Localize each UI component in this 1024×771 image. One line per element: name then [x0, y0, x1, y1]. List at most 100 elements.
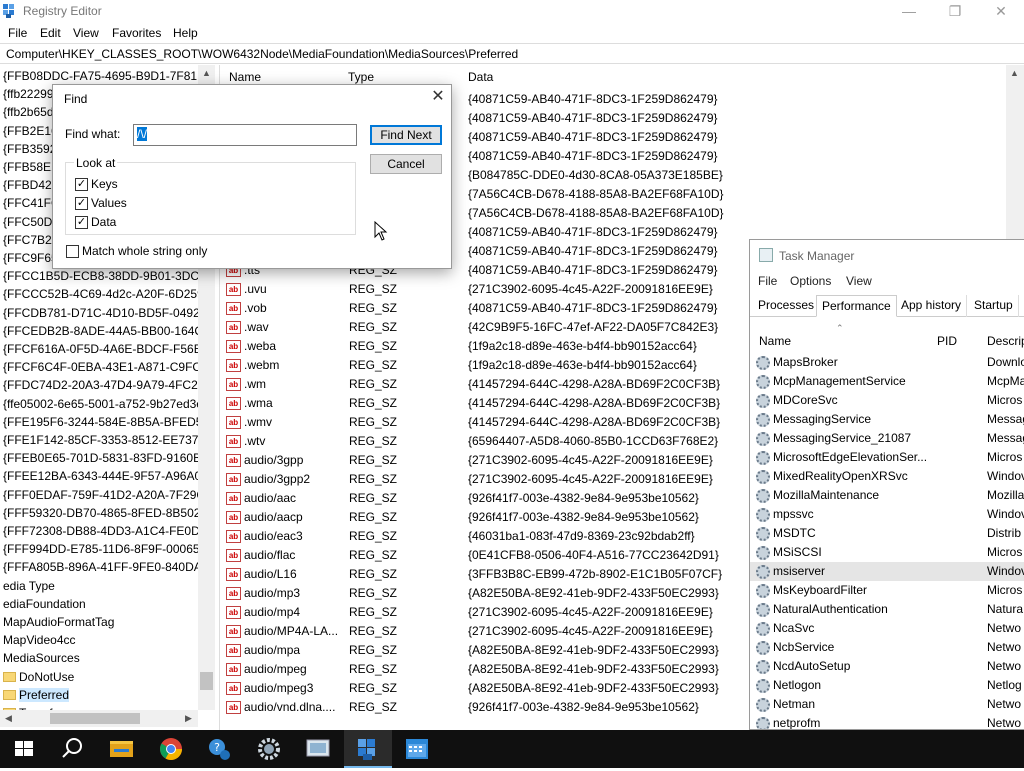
data-checkbox[interactable]: ✓: [75, 216, 88, 229]
service-row[interactable]: MessagingService Messag: [750, 410, 1024, 429]
service-row[interactable]: Netman Netwo: [750, 695, 1024, 714]
tree-scroll-thumb[interactable]: [200, 672, 213, 690]
file-explorer-icon[interactable]: [98, 730, 146, 768]
tm-menu-options[interactable]: Options: [790, 274, 831, 288]
tree-item[interactable]: {FFF59320-DB70-4865-8FED-8B502D6: [3, 504, 215, 522]
tree-item[interactable]: {FFEB0E65-701D-5831-83FD-9160B6E: [3, 449, 215, 467]
service-row[interactable]: MsKeyboardFilter Micros: [750, 581, 1024, 600]
tree-item[interactable]: Preferred: [3, 686, 70, 704]
menu-favorites[interactable]: Favorites: [112, 26, 161, 40]
tree-item[interactable]: {FFC50D7: [3, 213, 59, 231]
tree-item[interactable]: {ffe05002-6e65-5001-a752-9b27ed3e: [3, 395, 203, 413]
tree-item[interactable]: {FFF0EDAF-759F-41D2-A20A-7F29CE: [3, 486, 213, 504]
tree-item[interactable]: DoNotUse: [3, 668, 74, 686]
service-row[interactable]: NcbService Netwo: [750, 638, 1024, 657]
service-row[interactable]: MixedRealityOpenXRSvc Windov: [750, 467, 1024, 486]
minimize-button[interactable]: —: [886, 0, 932, 22]
tree-item-label: {FFF994DD-E785-11D6-8F9F-00065BB: [3, 542, 215, 557]
menu-view[interactable]: View: [73, 26, 99, 40]
tree-item[interactable]: MediaSources: [3, 649, 80, 667]
column-header-type[interactable]: Type: [348, 70, 374, 84]
tree-item[interactable]: edia Type: [3, 577, 55, 595]
calendar-app-icon[interactable]: [393, 730, 441, 768]
control-panel-icon[interactable]: [294, 730, 342, 768]
tree-item[interactable]: {ffb2b65d: [3, 103, 54, 121]
tab-app-history[interactable]: App history: [896, 295, 968, 317]
tree-item[interactable]: {FFCDB781-D71C-4D10-BD5F-0492EA: [3, 304, 215, 322]
tree-item[interactable]: {FFEE12BA-6343-444E-9F57-A96A083: [3, 467, 214, 485]
tree-item[interactable]: {FFF994DD-E785-11D6-8F9F-00065BB: [3, 540, 215, 558]
address-bar[interactable]: Computer\HKEY_CLASSES_ROOT\WOW6432Node\M…: [0, 43, 1024, 64]
service-row[interactable]: mpssvc Windov: [750, 505, 1024, 524]
close-button[interactable]: ✕: [978, 0, 1024, 22]
tree-item[interactable]: {FFB08DDC-FA75-4695-B9D1-7F81F9: [3, 67, 211, 85]
tm-menu-view[interactable]: View: [846, 274, 872, 288]
tree-item[interactable]: {FFF72308-DB88-4DD3-A1C4-FE0D95: [3, 522, 213, 540]
scroll-right-icon[interactable]: ▶: [180, 710, 197, 727]
service-row[interactable]: McpManagementService McpMa: [750, 372, 1024, 391]
service-description: Micros: [987, 545, 1023, 559]
tree-item[interactable]: MapAudioFormatTag: [3, 613, 114, 631]
string-value-icon: ab: [226, 587, 241, 600]
menu-help[interactable]: Help: [173, 26, 198, 40]
menu-file[interactable]: File: [8, 26, 27, 40]
service-row[interactable]: MessagingService_21087 Messag: [750, 429, 1024, 448]
keys-checkbox[interactable]: ✓: [75, 178, 88, 191]
maximize-button[interactable]: ❐: [932, 0, 978, 22]
tab-performance[interactable]: Performance: [816, 295, 897, 317]
service-row[interactable]: msiserver Windov: [750, 562, 1024, 581]
match-whole-string-checkbox[interactable]: [66, 245, 79, 258]
help-icon[interactable]: ?: [196, 730, 244, 768]
service-row[interactable]: MDCoreSvc Micros: [750, 391, 1024, 410]
service-row[interactable]: NaturalAuthentication Natura: [750, 600, 1024, 619]
tree-item[interactable]: {FFCEDB2B-8ADE-44A5-BB00-164C4E: [3, 322, 215, 340]
menu-edit[interactable]: Edit: [40, 26, 61, 40]
tm-column-pid[interactable]: PID: [937, 334, 957, 348]
service-row[interactable]: MicrosoftEdgeElevationSer... Micros: [750, 448, 1024, 467]
tree-item[interactable]: ediaFoundation: [3, 595, 86, 613]
tree-item[interactable]: MapVideo4cc: [3, 631, 76, 649]
service-row[interactable]: NcdAutoSetup Netwo: [750, 657, 1024, 676]
service-row[interactable]: Netlogon Netlog: [750, 676, 1024, 695]
windows-start-icon[interactable]: [0, 730, 48, 768]
service-row[interactable]: MSiSCSI Micros: [750, 543, 1024, 562]
column-header-name[interactable]: Name: [229, 70, 261, 84]
find-next-button[interactable]: Find Next: [370, 125, 442, 145]
find-what-input[interactable]: /\/: [133, 124, 357, 146]
tm-column-name[interactable]: Name: [759, 334, 791, 348]
registry-editor-taskbar-icon[interactable]: [344, 730, 392, 768]
tm-menu-file[interactable]: File: [758, 274, 777, 288]
tree-item[interactable]: {FFCF616A-0F5D-4A6E-BDCF-F56E18: [3, 340, 215, 358]
values-checkbox[interactable]: ✓: [75, 197, 88, 210]
chrome-icon[interactable]: [147, 730, 195, 768]
tree-item[interactable]: {ffb22299: [3, 85, 54, 103]
string-value-icon: ab: [226, 378, 241, 391]
settings-gear-icon[interactable]: [245, 730, 293, 768]
tree-item[interactable]: {FFE1F142-85CF-3353-8512-EE73775E: [3, 431, 215, 449]
service-row[interactable]: MapsBroker Downlo: [750, 353, 1024, 372]
tree-item[interactable]: {FFDC74D2-20A3-47D4-9A79-4FC26F: [3, 376, 212, 394]
tree-item[interactable]: {FFFA805B-896A-41FF-9FE0-840DA64: [3, 558, 215, 576]
service-row[interactable]: NcaSvc Netwo: [750, 619, 1024, 638]
tab-processes[interactable]: Processes: [753, 295, 821, 317]
cancel-button[interactable]: Cancel: [370, 154, 442, 174]
service-row[interactable]: MSDTC Distrib: [750, 524, 1024, 543]
value-data: {A82E50BA-8E92-41eb-9DF2-433F50EC2993}: [468, 643, 719, 657]
close-icon[interactable]: ✕: [429, 89, 447, 107]
value-data: {40871C59-AB40-471F-8DC3-1F259D862479}: [468, 263, 718, 277]
tm-column-description[interactable]: Descrip: [987, 334, 1024, 348]
tree-item[interactable]: {FFCC1B5D-ECB8-38DD-9B01-3DC8A: [3, 267, 214, 285]
search-icon[interactable]: [48, 730, 96, 768]
scroll-up-icon[interactable]: ▲: [198, 65, 215, 82]
tree-item[interactable]: {FFCCC52B-4C69-4d2c-A20F-6D259A: [3, 285, 212, 303]
list-vertical-scrollbar[interactable]: ▲: [1006, 65, 1024, 245]
tree-hscroll-thumb[interactable]: [50, 713, 140, 724]
column-header-data[interactable]: Data: [468, 70, 493, 84]
tree-item[interactable]: {FFCF6C4F-0EBA-43E1-A871-C9FC3E: [3, 358, 215, 376]
scroll-left-icon[interactable]: ◀: [0, 710, 17, 727]
scroll-up-icon[interactable]: ▲: [1006, 65, 1023, 82]
service-row[interactable]: MozillaMaintenance Mozilla: [750, 486, 1024, 505]
tab-startup[interactable]: Startup: [969, 295, 1019, 317]
service-row[interactable]: netprofm Netwo: [750, 714, 1024, 729]
tree-item[interactable]: {FFE195F6-3244-584E-8B5A-BFED5DE: [3, 413, 215, 431]
